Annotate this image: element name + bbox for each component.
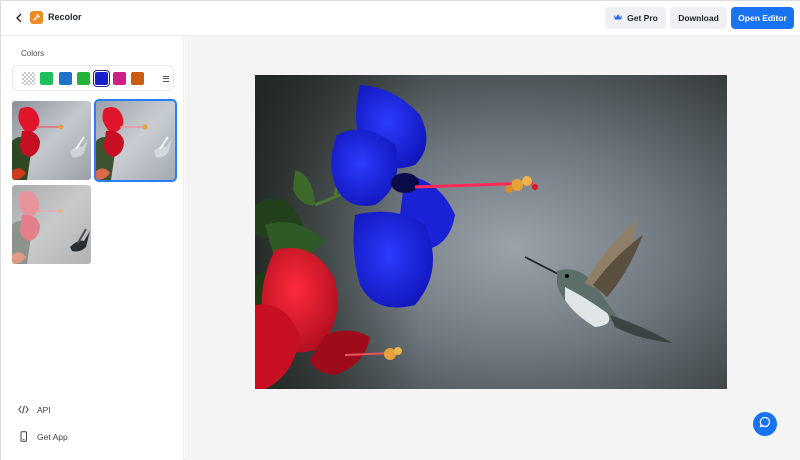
get-pro-label: Get Pro bbox=[627, 13, 658, 23]
chat-support-button[interactable] bbox=[753, 412, 777, 436]
result-thumbnail-pink[interactable] bbox=[12, 185, 91, 264]
api-link[interactable]: API bbox=[18, 403, 51, 417]
color-swatch-bar bbox=[12, 65, 174, 91]
get-app-link[interactable]: Get App bbox=[18, 430, 68, 444]
recolor-logo-icon bbox=[30, 11, 43, 24]
swatch-lime-green[interactable] bbox=[77, 72, 90, 85]
recolored-image-preview bbox=[255, 75, 727, 389]
code-icon bbox=[18, 405, 29, 416]
app-window: Recolor Get Pro Download Open Editor Col… bbox=[0, 0, 800, 460]
swatch-green[interactable] bbox=[40, 72, 53, 85]
swatch-orange[interactable] bbox=[131, 72, 144, 85]
open-editor-button[interactable]: Open Editor bbox=[731, 7, 794, 29]
app-title: Recolor bbox=[48, 12, 82, 22]
swatch-transparent[interactable] bbox=[22, 72, 35, 85]
result-thumbnail-blue-selected[interactable] bbox=[94, 99, 177, 182]
back-arrow-icon[interactable] bbox=[11, 10, 27, 26]
api-label: API bbox=[37, 405, 51, 415]
result-thumbnail-red[interactable] bbox=[12, 101, 91, 180]
colors-label: Colors bbox=[21, 49, 45, 58]
swatch-blue[interactable] bbox=[59, 72, 72, 85]
phone-icon bbox=[18, 430, 29, 444]
crown-icon bbox=[613, 13, 623, 23]
more-colors-icon[interactable] bbox=[160, 72, 171, 85]
get-pro-button[interactable]: Get Pro bbox=[605, 7, 666, 29]
swatch-royal-blue[interactable] bbox=[93, 70, 110, 87]
download-button[interactable]: Download bbox=[670, 7, 727, 29]
get-app-label: Get App bbox=[37, 432, 68, 442]
swatch-magenta[interactable] bbox=[113, 72, 126, 85]
canvas-area bbox=[185, 36, 800, 460]
chat-bubble-icon bbox=[759, 415, 771, 433]
sidebar: Colors API Get App bbox=[1, 36, 184, 460]
top-bar: Recolor Get Pro Download Open Editor bbox=[1, 1, 800, 36]
